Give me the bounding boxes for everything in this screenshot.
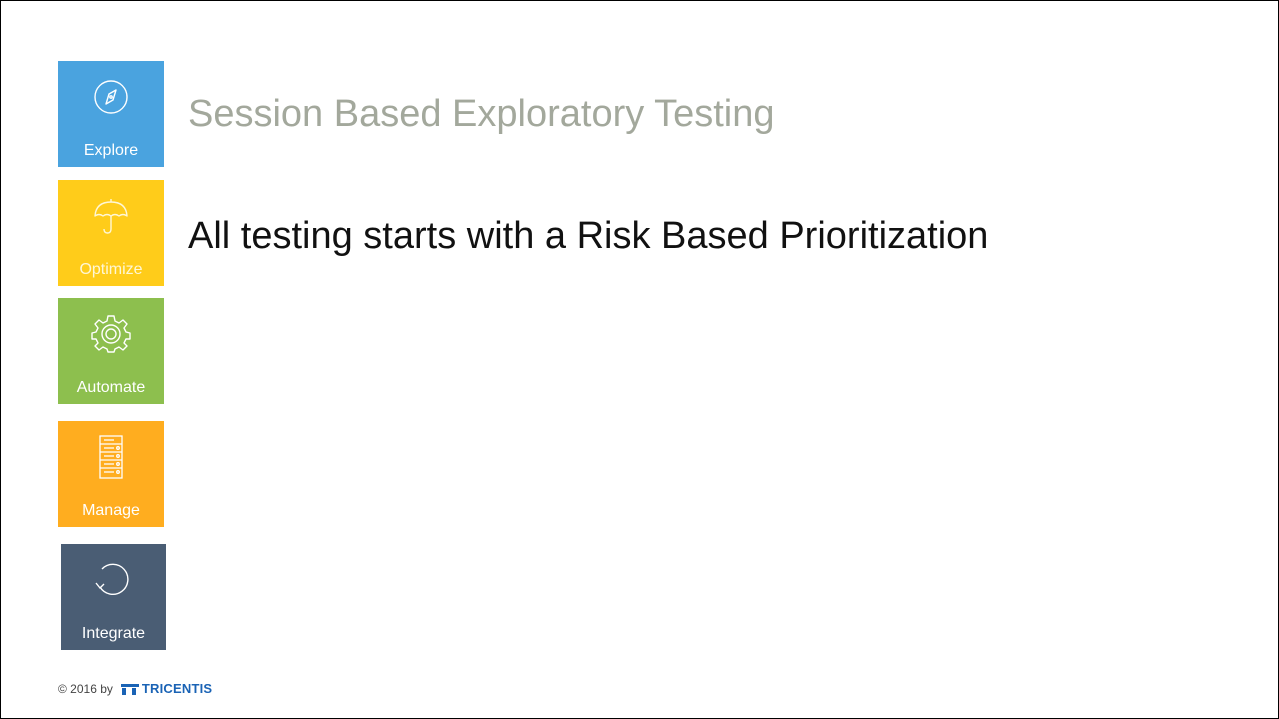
tile-label: Optimize <box>79 261 143 278</box>
copyright-text: © 2016 by <box>58 681 113 696</box>
footer: © 2016 by TRICENTIS <box>58 681 212 696</box>
server-icon <box>58 435 164 479</box>
slide-title: Session Based Exploratory Testing <box>188 93 775 135</box>
tile-label: Integrate <box>81 625 146 642</box>
cycle-icon <box>61 558 166 602</box>
tile-label: Explore <box>83 142 139 159</box>
umbrella-icon <box>58 194 164 238</box>
tile-automate[interactable]: Automate <box>58 298 164 404</box>
slide-frame: Explore Optimize Automate Manage Integra… <box>0 0 1279 719</box>
compass-icon <box>58 75 164 119</box>
tricentis-logo: TRICENTIS <box>120 681 213 696</box>
tile-optimize[interactable]: Optimize <box>58 180 164 286</box>
tricentis-logo-icon <box>120 683 139 695</box>
tile-label: Automate <box>76 379 146 396</box>
tile-explore[interactable]: Explore <box>58 61 164 167</box>
tile-integrate[interactable]: Integrate <box>61 544 166 650</box>
tile-label: Manage <box>82 502 140 519</box>
brand-text: TRICENTIS <box>141 681 213 696</box>
tile-manage[interactable]: Manage <box>58 421 164 527</box>
gear-icon <box>58 312 164 356</box>
slide-subtitle: All testing starts with a Risk Based Pri… <box>188 215 989 257</box>
